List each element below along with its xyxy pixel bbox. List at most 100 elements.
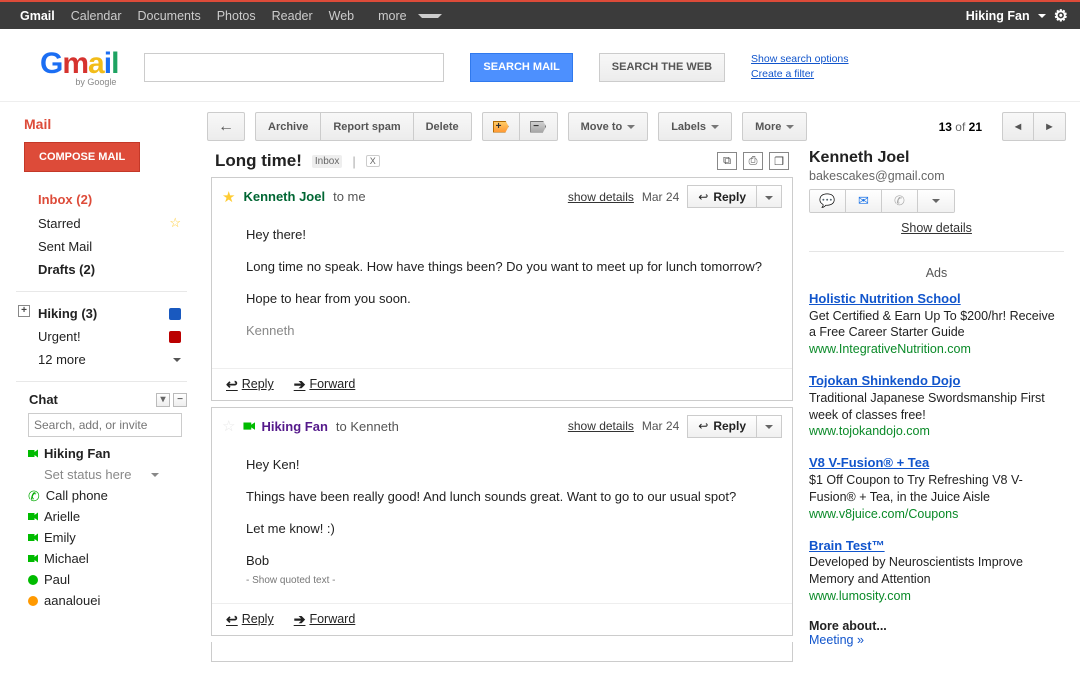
reply-arrow-icon: ↩ — [226, 611, 238, 628]
show-details-link[interactable]: show details — [568, 419, 634, 433]
archive-button[interactable]: Archive — [255, 112, 321, 141]
chat-pop-icon[interactable]: ▾ — [156, 393, 170, 407]
chat-self[interactable]: Hiking Fan — [28, 443, 187, 464]
new-window-icon[interactable]: ⧉ — [717, 152, 737, 170]
chat-contact[interactable]: Michael — [28, 548, 187, 569]
caret-down-icon — [765, 425, 773, 429]
call-button[interactable]: ✆ — [882, 190, 918, 212]
phone-icon: ✆ — [28, 489, 40, 503]
next-button[interactable]: ► — [1034, 112, 1066, 141]
subject-row: Long time! Inbox | X ⧉ ⎙ ❐ — [211, 149, 793, 177]
show-details-link[interactable]: show details — [568, 190, 634, 204]
topnav-more[interactable]: more — [362, 9, 450, 23]
message: ★ Kenneth Joel to me show details Mar 24… — [211, 177, 793, 401]
remove-label-button[interactable]: − — [520, 112, 558, 141]
sender-name[interactable]: Kenneth Joel — [243, 189, 325, 204]
chat-contact[interactable]: aanalouei — [28, 590, 187, 611]
topnav-documents[interactable]: Documents — [129, 9, 208, 23]
topnav-web[interactable]: Web — [321, 9, 362, 23]
chat-list: Hiking Fan Set status here ✆Call phone A… — [16, 443, 187, 611]
ad-item[interactable]: Brain Test™Developed by Neuroscientists … — [809, 537, 1064, 605]
back-button[interactable]: ← — [207, 112, 245, 141]
right-panel: Kenneth Joel bakescakes@gmail.com 💬 ✉ ✆ … — [809, 149, 1064, 662]
presence-icon — [28, 512, 38, 522]
forward-link[interactable]: ➔Forward — [294, 376, 356, 393]
more-about-link[interactable]: Meeting » — [809, 633, 864, 647]
chat-status[interactable]: Set status here — [28, 464, 187, 485]
ad-item[interactable]: V8 V-Fusion® + Tea$1 Off Coupon to Try R… — [809, 454, 1064, 522]
search-mail-button[interactable]: SEARCH MAIL — [470, 53, 572, 82]
nav-drafts[interactable]: Drafts (2) — [16, 258, 187, 281]
topnav-gmail[interactable]: Gmail — [12, 9, 63, 23]
search-input[interactable] — [144, 53, 444, 82]
contact-show-details[interactable]: Show details — [809, 221, 1064, 235]
reply-button[interactable]: ↩Reply — [687, 185, 757, 208]
reply-menu-button[interactable] — [757, 185, 782, 208]
create-filter-link[interactable]: Create a filter — [751, 67, 848, 82]
settings-gear-icon[interactable]: ⚙ — [1054, 6, 1068, 26]
chat-contact[interactable]: Emily — [28, 527, 187, 548]
compose-mail-button[interactable]: COMPOSE MAIL — [24, 142, 140, 172]
report-spam-button[interactable]: Report spam — [321, 112, 413, 141]
camera-icon — [243, 422, 255, 431]
reply-button[interactable]: ↩Reply — [687, 415, 757, 438]
message-date: Mar 24 — [642, 190, 679, 204]
forward-link[interactable]: ➔Forward — [294, 611, 356, 628]
topnav-photos[interactable]: Photos — [209, 9, 264, 23]
print-icon[interactable]: ⎙ — [743, 152, 763, 170]
reply-compose-box[interactable] — [211, 642, 793, 662]
call-phone[interactable]: ✆Call phone — [28, 485, 187, 506]
reply-arrow-icon: ↩ — [698, 419, 708, 433]
sidebar: Mail COMPOSE MAIL Inbox (2) Starred ☆ Se… — [0, 102, 195, 662]
user-menu[interactable]: Hiking Fan ⚙ — [966, 6, 1068, 26]
chat-contact[interactable]: Paul — [28, 569, 187, 590]
expand-all-icon[interactable]: ❐ — [769, 152, 789, 170]
expand-icon[interactable]: + — [18, 305, 30, 317]
recipient: to Kenneth — [336, 419, 399, 434]
show-quoted-link[interactable]: - Show quoted text - — [246, 573, 778, 589]
labels-button[interactable]: Labels — [658, 112, 732, 141]
thread-counter: 13 of 21 — [939, 120, 982, 134]
label-divider: | — [352, 154, 355, 169]
message: ☆ Hiking Fan to Kenneth show details Mar… — [211, 407, 793, 636]
forward-arrow-icon: ➔ — [294, 611, 306, 628]
gmail-logo: Gmail by Google — [40, 47, 118, 87]
chat-button[interactable]: 💬 — [810, 190, 846, 212]
contact-actions: 💬 ✉ ✆ — [809, 189, 955, 213]
nav-sent[interactable]: Sent Mail — [16, 235, 187, 258]
remove-label-icon[interactable]: X — [366, 155, 380, 167]
label-color-icon — [169, 308, 181, 320]
move-to-button[interactable]: Move to — [568, 112, 649, 141]
reply-link[interactable]: ↩Reply — [226, 611, 274, 628]
star-icon[interactable]: ★ — [222, 188, 235, 206]
show-search-options-link[interactable]: Show search options — [751, 52, 848, 67]
message-body: Hey Ken! Things have been really good! A… — [212, 445, 792, 603]
chat-min-icon[interactable]: − — [173, 393, 187, 407]
reply-menu-button[interactable] — [757, 415, 782, 438]
chat-search-input[interactable] — [28, 413, 182, 437]
search-web-button[interactable]: SEARCH THE WEB — [599, 53, 725, 82]
ad-item[interactable]: Tojokan Shinkendo DojoTraditional Japane… — [809, 372, 1064, 440]
reply-link[interactable]: ↩Reply — [226, 376, 274, 393]
contact-more-button[interactable] — [918, 190, 954, 212]
labels-more[interactable]: 12 more — [16, 348, 187, 371]
label-urgent[interactable]: Urgent! — [16, 325, 187, 348]
topnav-reader[interactable]: Reader — [264, 9, 321, 23]
sidebar-section-mail[interactable]: Mail — [24, 116, 187, 132]
caret-down-icon — [765, 196, 773, 200]
add-label-button[interactable]: + — [482, 112, 520, 141]
label-chip[interactable]: Inbox — [312, 155, 342, 168]
nav-inbox[interactable]: Inbox (2) — [16, 188, 187, 211]
delete-button[interactable]: Delete — [414, 112, 472, 141]
ad-item[interactable]: Holistic Nutrition SchoolGet Certified &… — [809, 290, 1064, 358]
topnav-calendar[interactable]: Calendar — [63, 9, 130, 23]
more-button[interactable]: More — [742, 112, 807, 141]
label-hiking[interactable]: +Hiking (3) — [16, 302, 187, 325]
chat-contact[interactable]: Arielle — [28, 506, 187, 527]
star-icon[interactable]: ☆ — [222, 417, 235, 435]
nav-starred[interactable]: Starred ☆ — [16, 211, 187, 235]
email-button[interactable]: ✉ — [846, 190, 882, 212]
prev-button[interactable]: ◄ — [1002, 112, 1034, 141]
sender-name[interactable]: Hiking Fan — [261, 419, 327, 434]
content: ← Archive Report spam Delete + − Move to… — [195, 102, 1080, 662]
